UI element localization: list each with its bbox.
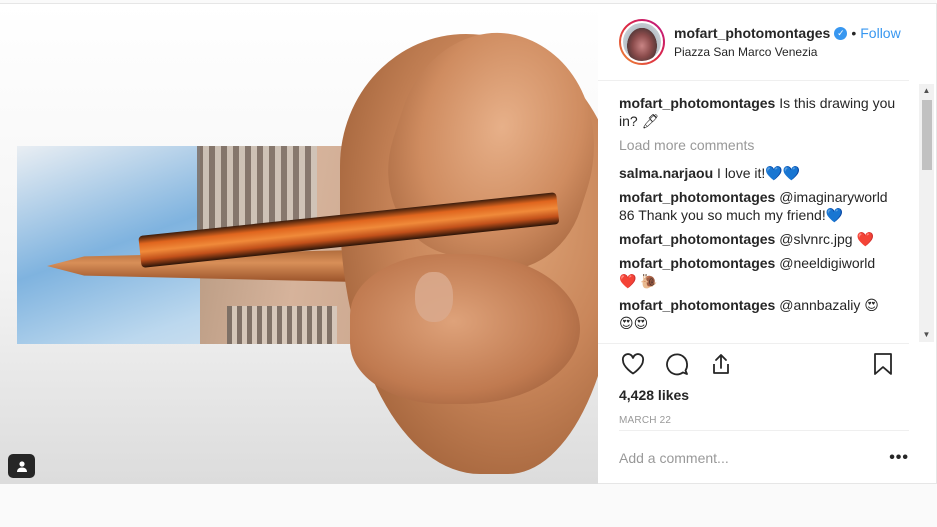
likes-count[interactable]: 4,428 likes xyxy=(598,383,936,403)
comment-username[interactable]: mofart_photomontages xyxy=(619,255,775,271)
user-tag-icon[interactable] xyxy=(8,454,35,478)
comment-username[interactable]: mofart_photomontages xyxy=(619,189,775,205)
username-link[interactable]: mofart_photomontages xyxy=(674,25,830,41)
verified-icon: ✓ xyxy=(834,26,848,40)
comments-list: mofart_photomontages Is this drawing you… xyxy=(598,81,936,343)
post-sidebar: mofart_photomontages ✓ • Follow Piazza S… xyxy=(598,4,936,484)
add-comment-input[interactable] xyxy=(619,449,890,466)
add-comment-bar: ••• xyxy=(619,430,909,484)
bookmark-icon[interactable] xyxy=(869,350,897,378)
post-image[interactable] xyxy=(0,4,598,484)
comment-item: mofart_photomontages @neeldigiworld ❤️ 🐌 xyxy=(619,254,896,290)
comment-text: I love it!💙💙 xyxy=(717,165,801,181)
comment-text: @slvnrc.jpg ❤️ xyxy=(779,231,874,247)
post-date: MARCH 22 xyxy=(619,415,672,426)
caption: mofart_photomontages Is this drawing you… xyxy=(619,94,896,130)
comment-item: mofart_photomontages @annbazaliy 😍 😍😍 xyxy=(619,296,896,332)
post-container: mofart_photomontages ✓ • Follow Piazza S… xyxy=(0,3,937,484)
load-more-comments-button[interactable]: Load more comments xyxy=(619,136,896,154)
comments-scrollbar[interactable]: ▲ ▼ xyxy=(919,84,934,342)
comment-item: salma.narjaou I love it!💙💙 xyxy=(619,164,896,182)
separator-dot: • xyxy=(851,25,857,41)
comment-username[interactable]: mofart_photomontages xyxy=(619,231,775,247)
scroll-up-arrow-icon[interactable]: ▲ xyxy=(919,84,934,98)
follow-button[interactable]: Follow xyxy=(860,25,900,41)
scrollbar-thumb[interactable] xyxy=(922,100,932,170)
comment-item: mofart_photomontages @slvnrc.jpg ❤️ xyxy=(619,230,896,248)
speech-bubble-icon[interactable] xyxy=(663,350,691,378)
share-icon[interactable] xyxy=(707,350,735,378)
scroll-down-arrow-icon[interactable]: ▼ xyxy=(919,328,934,342)
comment-username[interactable]: salma.narjaou xyxy=(619,165,713,181)
location-link[interactable]: Piazza San Marco Venezia xyxy=(674,45,901,59)
comment-item: mofart_photomontages @imaginaryworld 86 … xyxy=(619,188,896,224)
post-header: mofart_photomontages ✓ • Follow Piazza S… xyxy=(598,4,909,81)
comment-username[interactable]: mofart_photomontages xyxy=(619,297,775,313)
more-options-icon[interactable]: ••• xyxy=(889,449,909,467)
caption-username[interactable]: mofart_photomontages xyxy=(619,95,775,111)
action-bar xyxy=(598,343,909,383)
heart-icon[interactable] xyxy=(619,350,647,378)
avatar[interactable] xyxy=(619,19,665,65)
